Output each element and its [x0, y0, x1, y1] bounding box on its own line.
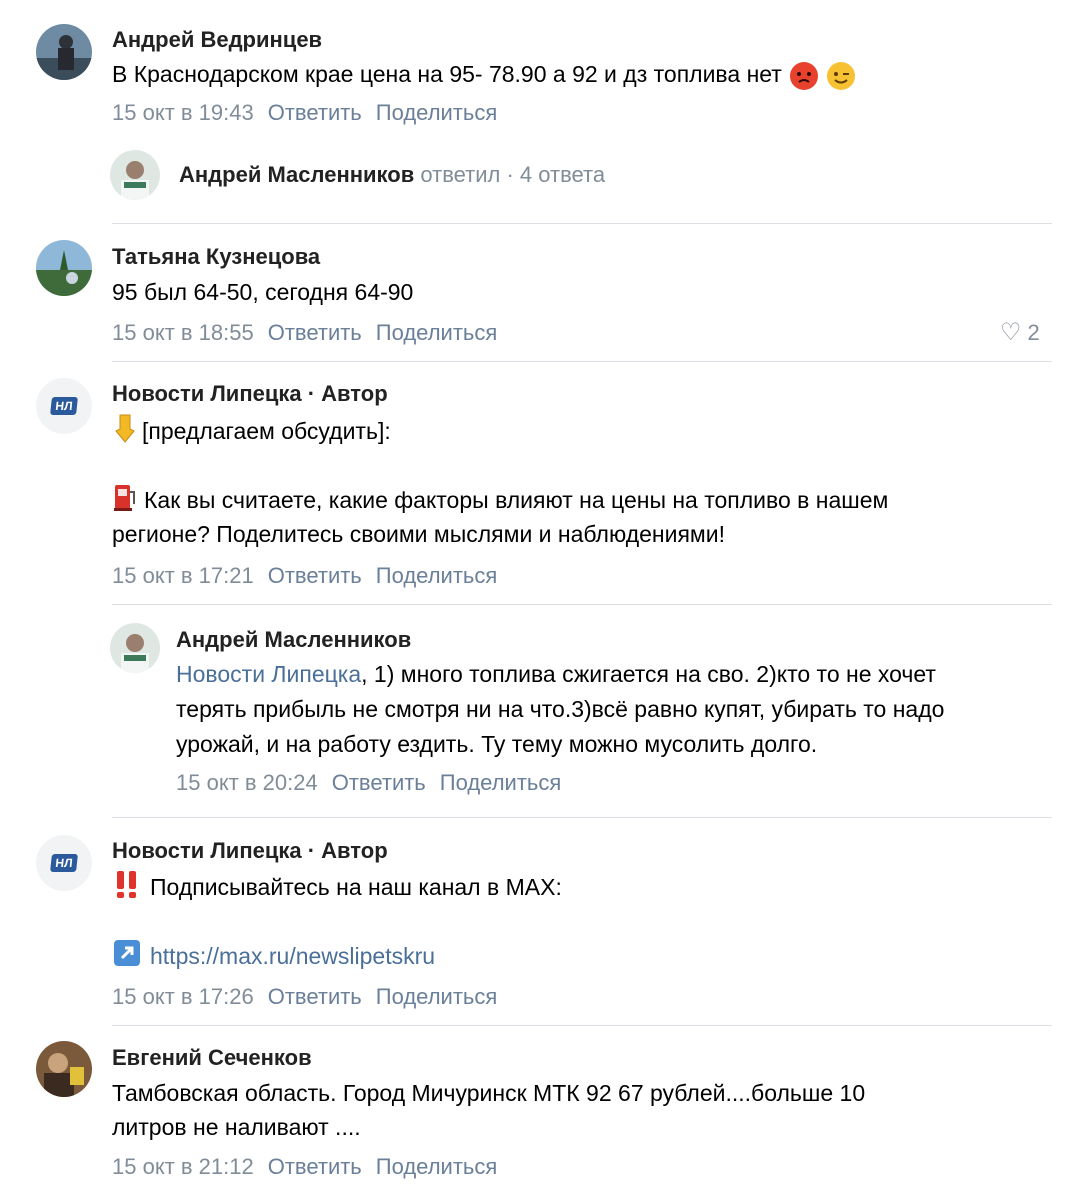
- comment-text-line: Подписывайтесь на наш канал в MAX:: [112, 869, 562, 909]
- share-button[interactable]: Поделиться: [376, 100, 497, 125]
- angry-face-icon: [790, 61, 819, 90]
- fuel-pump-icon: [112, 482, 138, 522]
- reply-button[interactable]: Ответить: [332, 770, 426, 795]
- comment-meta: 15 окт в 17:21 Ответить Поделиться: [112, 563, 497, 589]
- divider: [112, 1025, 1052, 1026]
- mention-link[interactable]: Новости Липецка: [176, 661, 361, 687]
- reply-author[interactable]: Андрей Масленников: [176, 627, 411, 653]
- logo-badge: НЛ: [50, 854, 78, 872]
- comment-text: В Краснодарском крае цена на 95- 78.90 а…: [112, 57, 855, 92]
- pointing-down-icon: [112, 413, 138, 453]
- divider: [112, 817, 1052, 818]
- thread-author[interactable]: Андрей Масленников: [179, 162, 414, 187]
- comment-meta: 15 окт в 19:43 Ответить Поделиться: [112, 100, 497, 126]
- reply-button[interactable]: Ответить: [268, 100, 362, 125]
- comment-author[interactable]: Андрей Ведринцев: [112, 27, 322, 53]
- avatar[interactable]: [36, 240, 92, 296]
- like-count: 2: [1027, 320, 1040, 345]
- comments-feed: Андрей Ведринцев В Краснодарском крае це…: [0, 0, 1088, 1200]
- comment-author[interactable]: Новости Липецка · Автор: [112, 381, 388, 407]
- thread-replied-label: ответил: [420, 162, 501, 187]
- comment-text-line: Как вы считаете, какие факторы влияют на…: [112, 482, 888, 522]
- comment-author[interactable]: Евгений Сеченков: [112, 1045, 312, 1071]
- comment-date[interactable]: 15 окт в 19:43: [112, 100, 254, 125]
- comment-link-line: https://max.ru/newslipetskru: [112, 938, 435, 978]
- avatar[interactable]: [110, 150, 160, 200]
- reply-meta: 15 окт в 20:24 Ответить Поделиться: [176, 770, 561, 796]
- comment-text-line: Тамбовская область. Город Мичуринск МТК …: [112, 1080, 866, 1106]
- comment-meta: 15 окт в 17:26 Ответить Поделиться: [112, 984, 497, 1010]
- comment-text-line: литров не наливают ....: [112, 1114, 361, 1140]
- comment-author[interactable]: Татьяна Кузнецова: [112, 244, 320, 270]
- comment-text-body: Подписывайтесь на наш канал в MAX:: [150, 874, 562, 901]
- thread-separator: ·: [506, 162, 514, 187]
- comment-text-line: регионе? Поделитесь своими мыслями и наб…: [112, 521, 725, 547]
- avatar[interactable]: НЛ: [36, 378, 92, 434]
- comment-date[interactable]: 15 окт в 18:55: [112, 320, 254, 345]
- avatar[interactable]: [36, 24, 92, 80]
- comment-text-body: В Краснодарском крае цена на 95- 78.90 а…: [112, 61, 782, 87]
- reply-button[interactable]: Ответить: [268, 1154, 362, 1179]
- external-link-icon: [112, 938, 142, 978]
- share-button[interactable]: Поделиться: [440, 770, 561, 795]
- share-button[interactable]: Поделиться: [376, 1154, 497, 1179]
- reply-date[interactable]: 15 окт в 20:24: [176, 770, 318, 795]
- reply-button[interactable]: Ответить: [268, 563, 362, 588]
- reply-button[interactable]: Ответить: [268, 984, 362, 1009]
- reply-text-line: Новости Липецка, 1) много топлива сжигае…: [176, 657, 936, 692]
- share-button[interactable]: Поделиться: [376, 984, 497, 1009]
- reply-text-line: урожай, и на работу ездить. Ту тему можн…: [176, 731, 818, 757]
- reply-button[interactable]: Ответить: [268, 320, 362, 345]
- comment-text-body: [предлагаем обсудить]:: [142, 418, 391, 445]
- avatar[interactable]: [36, 1041, 92, 1097]
- comment-text-line: [предлагаем обсудить]:: [112, 413, 391, 453]
- comment-text: 95 был 64-50, сегодня 64-90: [112, 279, 414, 305]
- comment-author[interactable]: Новости Липецка · Автор: [112, 838, 388, 864]
- comment-date[interactable]: 15 окт в 17:26: [112, 984, 254, 1009]
- share-button[interactable]: Поделиться: [376, 563, 497, 588]
- reply-text-line: терять прибыль не смотря ни на что.3)всё…: [176, 696, 945, 722]
- comment-meta: 15 окт в 18:55 Ответить Поделиться: [112, 320, 497, 346]
- thread-summary[interactable]: Андрей Масленников ответил · 4 ответа: [179, 162, 605, 188]
- logo-badge: НЛ: [50, 397, 78, 415]
- winking-face-icon: [826, 61, 855, 90]
- reply-text-body: , 1) много топлива сжигается на сво. 2)к…: [361, 661, 936, 687]
- heart-icon: ♡: [1000, 319, 1022, 346]
- comment-date[interactable]: 15 окт в 21:12: [112, 1154, 254, 1179]
- divider: [112, 361, 1052, 362]
- comment-date[interactable]: 15 окт в 17:21: [112, 563, 254, 588]
- share-button[interactable]: Поделиться: [376, 320, 497, 345]
- channel-link[interactable]: https://max.ru/newslipetskru: [150, 943, 435, 969]
- thread-count[interactable]: 4 ответа: [520, 162, 605, 187]
- divider: [112, 604, 1052, 605]
- like-button[interactable]: ♡ 2: [1000, 318, 1040, 347]
- avatar[interactable]: [110, 623, 160, 673]
- double-exclamation-icon: [112, 869, 142, 909]
- comment-meta: 15 окт в 21:12 Ответить Поделиться: [112, 1154, 497, 1180]
- divider: [112, 223, 1052, 224]
- avatar[interactable]: НЛ: [36, 835, 92, 891]
- comment-text-body: Как вы считаете, какие факторы влияют на…: [144, 487, 889, 514]
